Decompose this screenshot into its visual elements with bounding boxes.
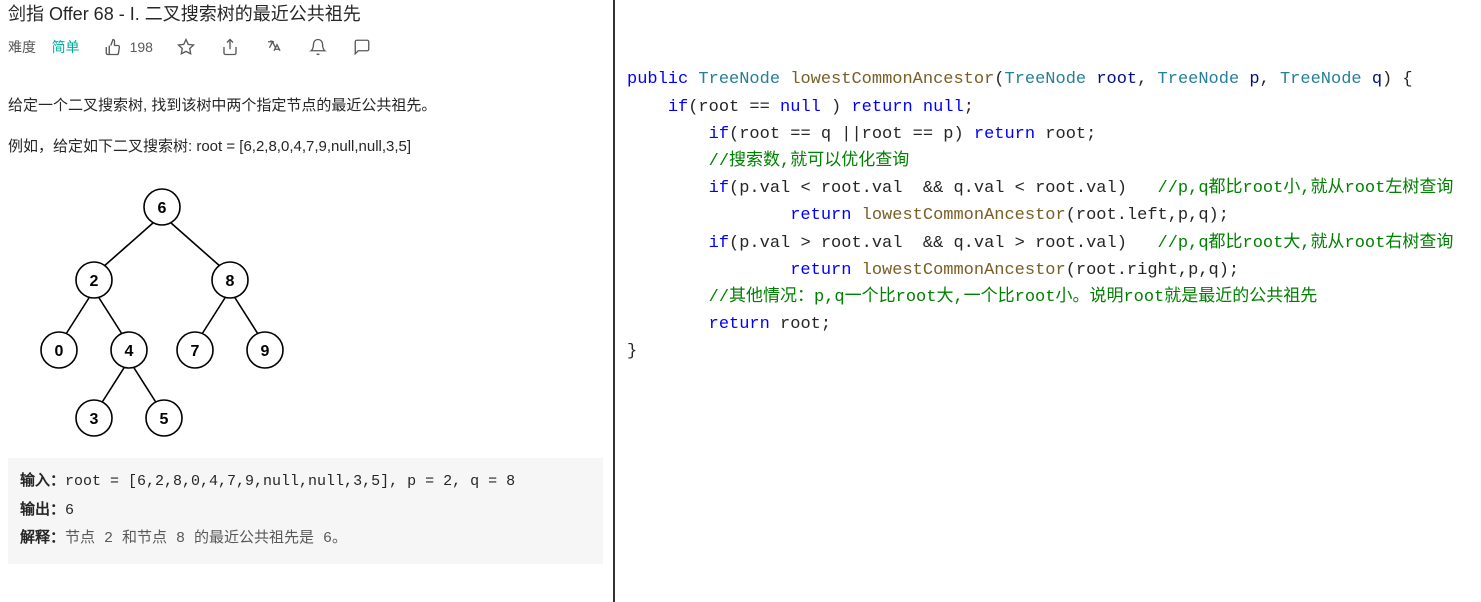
share-icon (221, 38, 239, 56)
example-output: 输出：6 (20, 497, 591, 526)
feedback-button[interactable] (351, 36, 373, 58)
code-line: return lowestCommonAncestor(root.left,p,… (627, 202, 1473, 229)
star-icon (177, 38, 195, 56)
code-editor[interactable]: public TreeNode lowestCommonAncestor(Tre… (615, 0, 1481, 602)
code-line: if(root == q ||root == p) return root; (627, 121, 1473, 148)
desc-paragraph: 例如，给定如下二叉搜索树: root = [6,2,8,0,4,7,9,null… (8, 133, 603, 160)
tree-node: 4 (125, 343, 134, 360)
favorite-button[interactable] (175, 36, 197, 58)
code-line: } (627, 338, 1473, 365)
code-line: public TreeNode lowestCommonAncestor(Tre… (627, 66, 1473, 93)
difficulty-label: 难度 (8, 39, 36, 55)
share-button[interactable] (219, 36, 241, 58)
difficulty-value: 简单 (52, 39, 80, 55)
tree-node: 5 (160, 411, 169, 428)
code-line: return lowestCommonAncestor(root.right,p… (627, 257, 1473, 284)
tree-node: 0 (55, 343, 64, 360)
like-button[interactable]: 198 (102, 36, 153, 58)
example-block: 输入：root = [6,2,8,0,4,7,9,null,null,3,5],… (8, 458, 603, 564)
example-input: 输入：root = [6,2,8,0,4,7,9,null,null,3,5],… (20, 468, 591, 497)
code-line: //其他情况：p,q一个比root大,一个比root小。说明root就是最近的公… (627, 284, 1473, 311)
example-explain: 解释：节点 2 和节点 8 的最近公共祖先是 6。 (20, 525, 591, 554)
code-line: if(p.val < root.val && q.val < root.val)… (627, 175, 1473, 202)
tree-node: 8 (226, 273, 235, 290)
code-line: return root; (627, 311, 1473, 338)
thumbs-up-icon (102, 36, 124, 58)
desc-paragraph: 给定一个二叉搜索树, 找到该树中两个指定节点的最近公共祖先。 (8, 92, 603, 119)
tree-node: 2 (90, 273, 99, 290)
tree-node: 6 (158, 200, 167, 217)
meta-row: 难度 简单 198 (8, 36, 603, 58)
like-count: 198 (130, 39, 153, 55)
problem-title: 剑指 Offer 68 - I. 二叉搜索树的最近公共祖先 (8, 0, 603, 26)
translate-icon (265, 38, 283, 56)
feedback-icon (353, 38, 371, 56)
difficulty: 难度 简单 (8, 37, 80, 57)
problem-panel: 剑指 Offer 68 - I. 二叉搜索树的最近公共祖先 难度 简单 198 (0, 0, 615, 602)
tree-diagram: 6 2 8 0 4 7 9 3 5 (32, 180, 603, 440)
tree-node: 9 (261, 343, 270, 360)
tree-node: 7 (191, 343, 200, 360)
notify-button[interactable] (307, 36, 329, 58)
code-line: if(root == null ) return null; (627, 94, 1473, 121)
tree-node: 3 (90, 411, 99, 428)
translate-button[interactable] (263, 36, 285, 58)
code-line: if(p.val > root.val && q.val > root.val)… (627, 230, 1473, 257)
bell-icon (309, 38, 327, 56)
code-line: //搜索数,就可以优化查询 (627, 148, 1473, 175)
problem-description: 给定一个二叉搜索树, 找到该树中两个指定节点的最近公共祖先。 例如，给定如下二叉… (8, 92, 603, 160)
